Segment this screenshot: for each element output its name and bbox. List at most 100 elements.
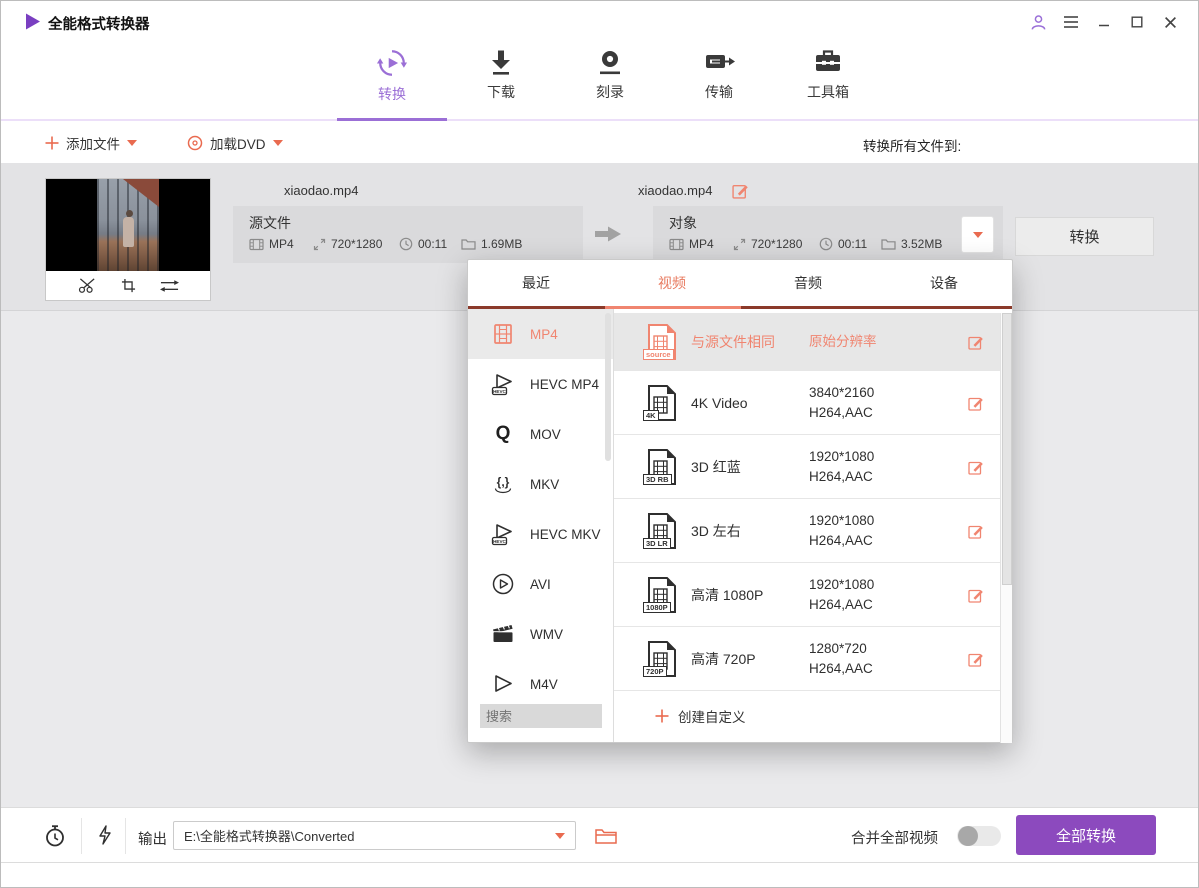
nav-divider: [1, 119, 1198, 121]
popup-tab-recent[interactable]: 最近: [468, 260, 604, 306]
caret-down-icon: [127, 140, 137, 146]
load-dvd-button[interactable]: 加载DVD: [187, 122, 283, 163]
source-resolution: 720*1280: [313, 237, 382, 251]
tab-transfer[interactable]: 传输: [684, 41, 754, 119]
merge-toggle[interactable]: [957, 826, 1001, 846]
merge-all-label: 合并全部视频: [851, 827, 938, 848]
format-item-hevc-mp4[interactable]: HEVC MP4: [468, 359, 613, 409]
play-triangle-icon: [490, 672, 516, 694]
preset-list: source 与源文件相同 原始分辨率 4K 4K Video 3840*216…: [614, 309, 1012, 742]
main-nav: 转换 下载 刻录 传输 工具箱: [1, 41, 1198, 119]
video-thumbnail: [46, 179, 210, 271]
source-size: 1.69MB: [461, 237, 522, 251]
menu-icon[interactable]: [1061, 12, 1081, 32]
bottom-bar: 输出 E:\全能格式转换器\Converted 合并全部视频 全部转换: [1, 807, 1198, 863]
film-icon: [669, 238, 684, 251]
tab-convert[interactable]: 转换: [357, 41, 427, 119]
popup-tab-video[interactable]: 视频: [604, 260, 740, 306]
download-icon: [486, 47, 516, 77]
format-item-hevc-mkv[interactable]: HEVC MKV: [468, 509, 613, 559]
popup-tab-device[interactable]: 设备: [876, 260, 1012, 306]
tab-burn[interactable]: 刻录: [575, 41, 645, 119]
preset-row-3d-lr[interactable]: 3D LR 3D 左右 1920*1080 H264,AAC: [614, 499, 1002, 563]
toggle-knob: [958, 826, 978, 846]
clock-icon: [399, 237, 413, 251]
preset-doc-icon: 1080P: [646, 577, 678, 613]
app-logo-icon: [25, 13, 41, 30]
caret-down-icon: [273, 140, 283, 146]
edit-preset-icon[interactable]: [968, 459, 984, 475]
tab-download[interactable]: 下载: [466, 41, 536, 119]
rename-edit-icon[interactable]: [732, 182, 749, 199]
convert-all-button[interactable]: 全部转换: [1016, 815, 1156, 855]
format-search-input[interactable]: [480, 704, 602, 728]
popup-tab-audio[interactable]: 音频: [740, 260, 876, 306]
transfer-icon: [703, 47, 735, 77]
schedule-alarm-icon[interactable]: [43, 824, 67, 848]
convert-all-to-label: 转换所有文件到:: [863, 135, 961, 155]
edit-preset-icon[interactable]: [968, 523, 984, 539]
source-format: MP4: [249, 237, 294, 251]
minimize-button[interactable]: [1094, 12, 1114, 32]
folder-icon: [461, 238, 476, 250]
effects-adjust-icon[interactable]: [160, 279, 179, 293]
caret-down-icon: [555, 833, 565, 839]
format-item-wmv[interactable]: WMV: [468, 609, 613, 659]
play-circle-icon: [490, 572, 516, 596]
source-file-name: xiaodao.mp4: [284, 183, 358, 198]
preset-scrollbar[interactable]: [1000, 313, 1012, 743]
resolution-icon: [733, 238, 746, 251]
high-speed-bolt-icon[interactable]: [97, 825, 111, 845]
format-item-mov[interactable]: Q MOV: [468, 409, 613, 459]
create-custom-button[interactable]: 创建自定义: [655, 706, 746, 726]
preset-row-4k[interactable]: 4K 4K Video 3840*2160 H264,AAC: [614, 371, 1002, 435]
output-label: 输出: [138, 828, 167, 849]
edit-preset-icon[interactable]: [968, 651, 984, 667]
clapperboard-icon: [490, 623, 516, 645]
target-info-panel: 对象 MP4 720*1280 00:11 3.52MB: [653, 206, 1003, 263]
close-button[interactable]: [1160, 12, 1180, 32]
preset-scrollbar-thumb[interactable]: [1002, 313, 1012, 585]
preset-row-source[interactable]: source 与源文件相同 原始分辨率: [614, 313, 1002, 371]
preset-doc-icon: source: [646, 324, 678, 360]
maximize-button[interactable]: [1127, 12, 1147, 32]
add-files-button[interactable]: 添加文件: [45, 122, 137, 163]
folder-icon: [881, 238, 896, 250]
account-icon[interactable]: [1028, 12, 1048, 32]
hevc-play-icon: [490, 372, 516, 396]
burn-disc-icon: [595, 47, 625, 77]
title-bar: 全能格式转换器: [1, 1, 1198, 41]
matroska-icon: {,}: [490, 472, 516, 496]
hevc-play-icon: [490, 522, 516, 546]
format-item-mkv[interactable]: {,} MKV: [468, 459, 613, 509]
app-title: 全能格式转换器: [48, 13, 150, 34]
sidebar-scrollbar[interactable]: [605, 313, 611, 461]
open-folder-icon[interactable]: [595, 827, 617, 844]
preset-row-720p[interactable]: 720P 高清 720P 1280*720 H264,AAC: [614, 627, 1002, 691]
format-item-avi[interactable]: AVI: [468, 559, 613, 609]
preset-row-1080p[interactable]: 1080P 高清 1080P 1920*1080 H264,AAC: [614, 563, 1002, 627]
tab-toolbox[interactable]: 工具箱: [793, 41, 863, 119]
edit-preset-icon[interactable]: [968, 395, 984, 411]
output-path-select[interactable]: E:\全能格式转换器\Converted: [173, 821, 576, 850]
trim-scissors-icon[interactable]: [78, 277, 97, 294]
preset-doc-icon: 3D RB: [646, 449, 678, 485]
crop-icon[interactable]: [121, 278, 136, 293]
app-window: 全能格式转换器 转换 下载 刻录 传输: [0, 0, 1199, 888]
source-info-panel: 源文件 MP4 720*1280 00:11 1.69MB: [233, 206, 583, 263]
convert-button[interactable]: 转换: [1015, 217, 1154, 256]
resolution-icon: [313, 238, 326, 251]
edit-preset-icon[interactable]: [968, 334, 984, 350]
convert-icon: [376, 47, 408, 79]
format-dropdown-button[interactable]: [961, 216, 994, 253]
svg-text:{,}: {,}: [497, 475, 510, 489]
format-item-mp4[interactable]: MP4: [468, 309, 613, 359]
toolbar: 添加文件 加载DVD 转换中 转换完成 转换所有文件到: MP4 Video: [1, 122, 1198, 163]
preset-row-3d-rb[interactable]: 3D RB 3D 红蓝 1920*1080 H264,AAC: [614, 435, 1002, 499]
format-item-m4v[interactable]: M4V: [468, 659, 613, 694]
preset-doc-icon: 720P: [646, 641, 678, 677]
clock-icon: [819, 237, 833, 251]
edit-preset-icon[interactable]: [968, 587, 984, 603]
source-duration: 00:11: [399, 237, 447, 251]
plus-icon: [655, 709, 669, 723]
